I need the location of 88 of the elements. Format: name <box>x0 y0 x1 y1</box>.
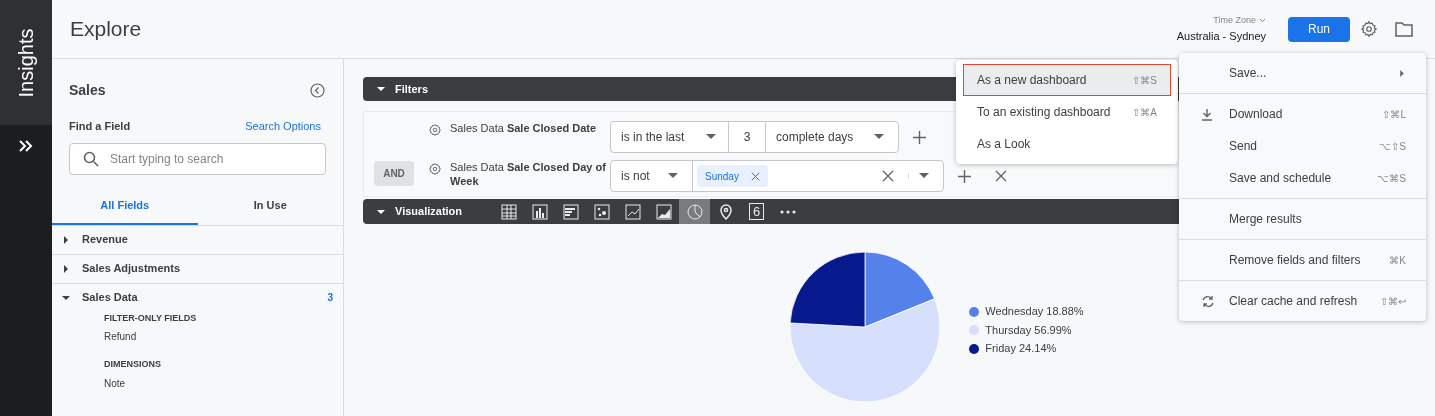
search-icon <box>83 150 99 167</box>
field-tab[interactable]: All Fields <box>52 188 198 225</box>
caret-right-icon[interactable] <box>62 235 70 244</box>
area-chart-icon <box>654 202 673 221</box>
shortcut-hint: ⇧⌘L <box>1382 107 1406 122</box>
filters-title: Filters <box>395 81 428 97</box>
shortcut-hint: ⌥⇧S <box>1379 139 1406 154</box>
caret-down-icon[interactable] <box>377 85 385 93</box>
time-zone-label[interactable]: Time Zone <box>1213 14 1266 28</box>
dropdown-caret-icon[interactable] <box>919 173 929 179</box>
field-item[interactable]: Refund <box>104 329 343 344</box>
find-field-label: Find a Field <box>69 119 131 134</box>
time-zone-value[interactable]: Australia - Sydney <box>1176 27 1266 44</box>
bar-chart-icon <box>561 202 580 221</box>
table-icon <box>499 202 518 221</box>
caret-down-icon[interactable] <box>377 207 385 216</box>
explore-name: Sales <box>69 81 106 100</box>
single-value-button[interactable]: 6 <box>741 199 772 224</box>
menu-item[interactable]: Send ⌥⇧S <box>1179 130 1426 162</box>
field-tab[interactable]: In Use <box>197 188 343 225</box>
column-chart-icon <box>530 202 549 221</box>
operator-dropdown[interactable]: is not <box>611 161 693 191</box>
field-group-label: Sales Adjustments <box>82 261 180 277</box>
dropdown-caret-icon[interactable] <box>874 134 884 140</box>
shortcut-hint: ⇧⌘↩ <box>1380 294 1406 309</box>
menu-item[interactable]: Download ⇧⌘L <box>1179 98 1426 130</box>
value-tag[interactable]: Sunday <box>697 165 768 187</box>
run-button[interactable]: Run <box>1288 16 1350 42</box>
menu-item[interactable]: Remove fields and filters ⌘K <box>1179 244 1426 276</box>
field-section-heading: DIMENSIONS <box>104 358 162 371</box>
operator-dropdown[interactable]: is in the last <box>611 122 729 152</box>
shortcut-hint: ⌥⌘S <box>1377 171 1406 186</box>
line-chart-icon <box>623 202 642 221</box>
dropdown-caret-icon[interactable] <box>706 134 716 140</box>
close-icon[interactable] <box>750 171 760 181</box>
and-label: AND <box>374 161 414 186</box>
rail-title: Insights <box>14 28 38 97</box>
caret-right-icon[interactable] <box>62 264 70 273</box>
scatter-chart-icon <box>592 202 611 221</box>
field-section-heading: FILTER-ONLY FIELDS <box>104 311 198 325</box>
field-group-row[interactable]: Sales Adjustments <box>52 254 343 283</box>
field-group-row[interactable]: Revenue <box>52 225 343 254</box>
folder-icon[interactable] <box>1395 21 1413 37</box>
close-icon[interactable] <box>882 170 894 182</box>
settings-icon[interactable] <box>428 162 442 176</box>
menu-label: Send <box>1229 138 1258 155</box>
close-icon[interactable] <box>995 170 1007 182</box>
submenu-item[interactable]: As a new dashboard ⇧⌘S <box>963 64 1171 96</box>
field-group-label: Revenue <box>82 232 128 248</box>
menu-label: Remove fields and filters <box>1229 252 1361 269</box>
menu-item[interactable]: Save and schedule ⌥⌘S <box>1179 162 1426 194</box>
submenu-label: To an existing dashboard <box>977 104 1111 121</box>
shortcut-hint: ⇧⌘A <box>1132 105 1157 120</box>
legend-label: Wednesday 18.88% <box>985 304 1084 320</box>
unit-dropdown[interactable]: complete days <box>766 122 898 152</box>
legend-label: Thursday 56.99% <box>985 322 1072 338</box>
filter-field-name: Sales Data Sale Closed Day of Week <box>450 160 607 188</box>
collapse-icon[interactable] <box>310 83 325 98</box>
submenu-label: As a Look <box>977 136 1031 153</box>
caret-down-icon[interactable] <box>62 293 70 302</box>
value-field[interactable]: 3 <box>729 122 766 152</box>
field-group-label: Sales Data <box>82 290 138 306</box>
page-title: Explore <box>70 16 142 43</box>
search-field[interactable]: Start typing to search <box>69 142 326 175</box>
visualization-title: Visualization <box>395 204 464 220</box>
field-item[interactable]: Note <box>104 375 343 391</box>
field-group-row[interactable]: Sales Data 3 <box>52 283 343 312</box>
legend-label: Friday 24.14% <box>985 341 1057 357</box>
chevron-down-icon <box>1259 18 1266 24</box>
menu-label: Save and schedule <box>1229 170 1332 187</box>
shortcut-hint: ⌘K <box>1389 253 1406 268</box>
more-icon <box>779 209 796 214</box>
add-icon[interactable] <box>913 130 926 144</box>
settings-icon[interactable] <box>1360 20 1378 38</box>
settings-icon[interactable] <box>428 123 442 137</box>
field-count: 3 <box>327 291 333 305</box>
pie-chart-icon <box>685 202 704 221</box>
expand-chevrons-icon[interactable] <box>19 140 33 152</box>
menu-label: Download <box>1229 106 1283 123</box>
filter-field-name: Sales Data Sale Closed Date <box>450 121 597 135</box>
add-icon[interactable] <box>958 169 971 183</box>
search-options-link[interactable]: Search Options <box>245 118 321 135</box>
refresh-icon <box>1201 294 1215 308</box>
download-icon <box>1201 107 1213 121</box>
menu-item[interactable]: Clear cache and refresh ⇧⌘↩ <box>1179 285 1426 317</box>
dropdown-caret-icon[interactable] <box>668 173 678 179</box>
menu-label: Clear cache and refresh <box>1229 293 1358 310</box>
submenu-item[interactable]: As a Look <box>963 128 1171 160</box>
